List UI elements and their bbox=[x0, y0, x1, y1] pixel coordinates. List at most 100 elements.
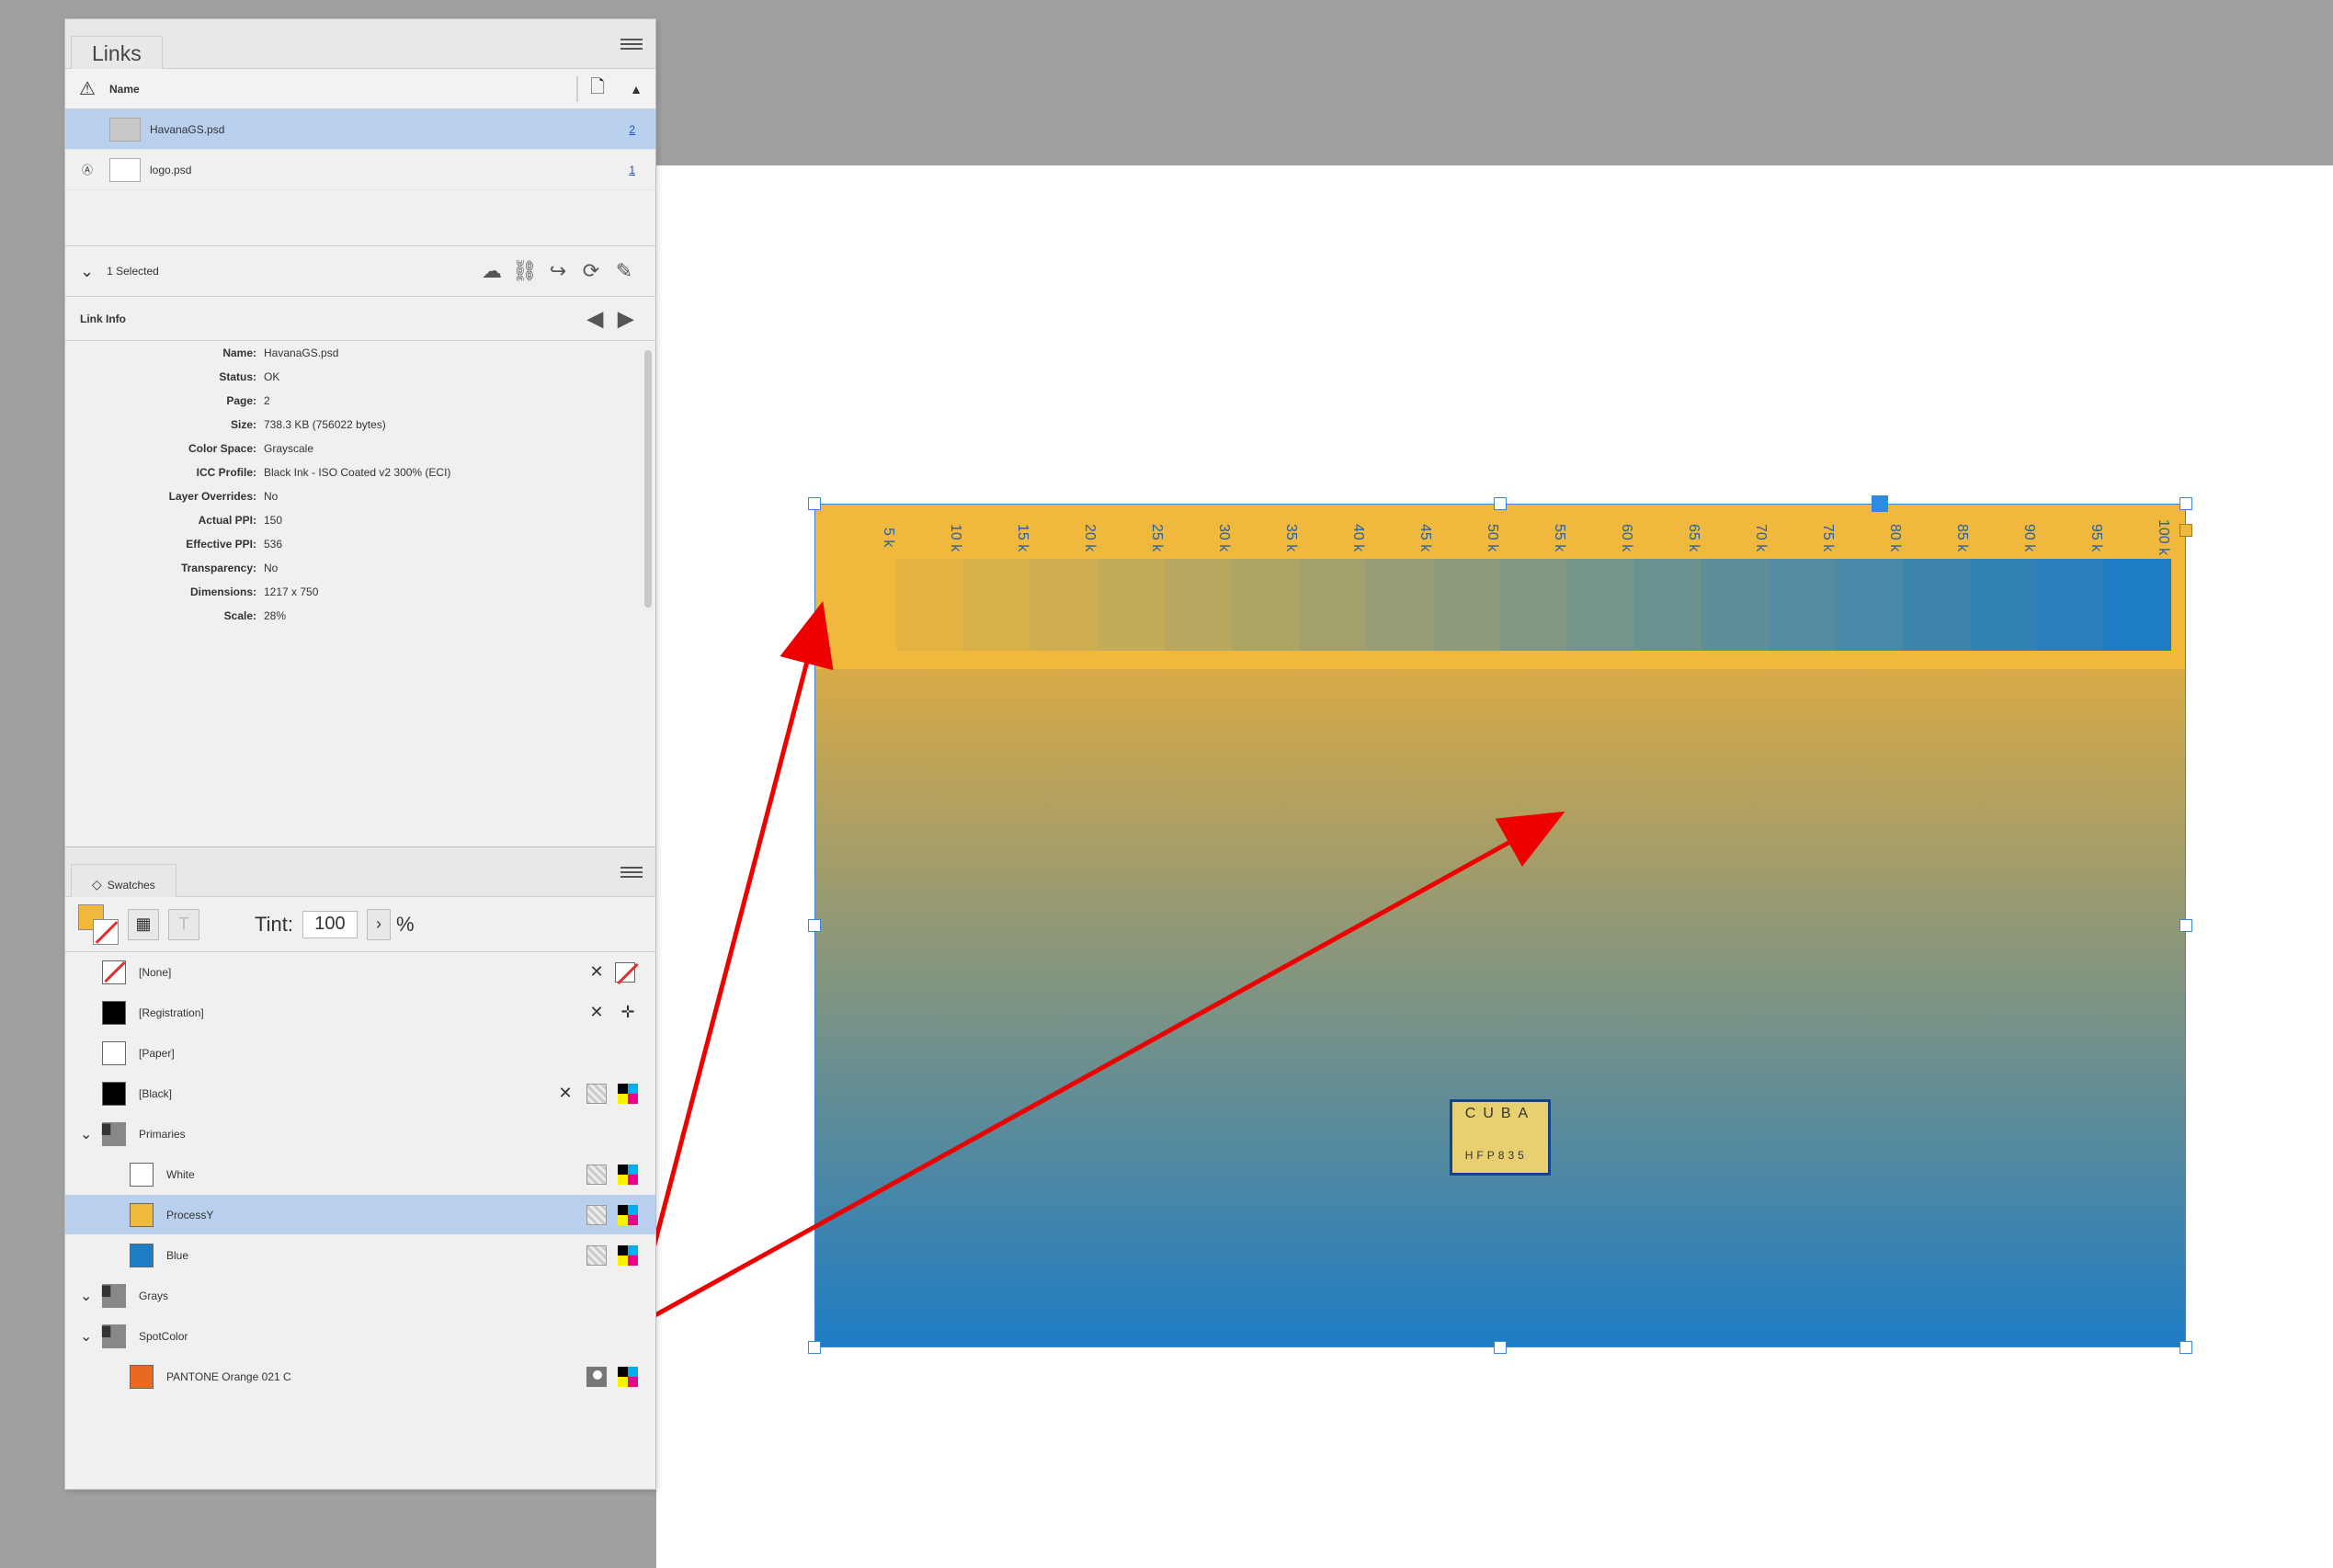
link-thumbnail bbox=[109, 158, 141, 182]
info-label: Scale: bbox=[80, 609, 264, 622]
scrollbar[interactable] bbox=[644, 350, 652, 608]
pencil-x-icon: ✕ bbox=[552, 1084, 578, 1104]
cmyk-icon bbox=[615, 1245, 641, 1266]
swatch-color bbox=[102, 960, 126, 984]
tab-links[interactable]: Links bbox=[71, 36, 163, 69]
resize-handle[interactable] bbox=[2179, 497, 2192, 510]
hatch-icon bbox=[584, 1205, 609, 1225]
info-value: No bbox=[264, 562, 641, 574]
edit-original-icon[interactable]: ✎ bbox=[608, 259, 641, 283]
info-label: Color Space: bbox=[80, 442, 264, 455]
info-value: 1217 x 750 bbox=[264, 585, 641, 598]
container-formatting-button[interactable]: ▦ bbox=[128, 909, 159, 940]
link-count[interactable]: 1 bbox=[600, 164, 655, 176]
links-header[interactable]: ⚠ Name 🗋 ▲ bbox=[65, 69, 655, 109]
panels-column: × ‹‹ Links ⚠ Name 🗋 ▲ HavanaGS.psd2Ⓐlogo… bbox=[64, 18, 656, 1490]
resize-handle[interactable] bbox=[2179, 1341, 2192, 1354]
swatch-row[interactable]: PANTONE Orange 021 C bbox=[65, 1357, 655, 1397]
info-value: No bbox=[264, 490, 641, 503]
link-row[interactable]: Ⓐlogo.psd1 bbox=[65, 150, 655, 190]
info-row: Scale:28% bbox=[65, 604, 655, 628]
content-indicator[interactable] bbox=[2179, 524, 2192, 537]
chevron-down-icon[interactable]: ⌄ bbox=[80, 1327, 102, 1346]
link-info-body: Name:HavanaGS.psdStatus:OKPage:2Size:738… bbox=[65, 341, 655, 846]
info-value: 28% bbox=[264, 609, 641, 622]
swatch-group[interactable]: ⌄▇Primaries bbox=[65, 1114, 655, 1154]
swatch-row[interactable]: [Registration]✕✛ bbox=[65, 993, 655, 1033]
info-row: Name:HavanaGS.psd bbox=[65, 341, 655, 365]
tint-label: Tint: bbox=[255, 913, 293, 937]
tab-swatches[interactable]: ◇Swatches bbox=[71, 864, 176, 897]
swatch-color bbox=[102, 1001, 126, 1025]
swatch-row[interactable]: Blue bbox=[65, 1235, 655, 1276]
link-filename: logo.psd bbox=[150, 164, 600, 176]
sort-icon[interactable]: ▲ bbox=[617, 82, 655, 97]
link-filename: HavanaGS.psd bbox=[150, 123, 600, 136]
swatch-group[interactable]: ⌄▇SpotColor bbox=[65, 1316, 655, 1357]
info-label: Status: bbox=[80, 370, 264, 383]
swatch-row[interactable]: [Black] ✕ bbox=[65, 1074, 655, 1114]
info-row: Page:2 bbox=[65, 389, 655, 413]
panel-menu-icon[interactable] bbox=[620, 36, 643, 51]
resize-handle[interactable] bbox=[808, 1341, 821, 1354]
stroke-proxy[interactable] bbox=[93, 919, 119, 945]
swatch-row[interactable]: [None]✕ bbox=[65, 952, 655, 993]
chevron-down-icon[interactable]: ⌄ bbox=[80, 1125, 102, 1143]
info-label: ICC Profile: bbox=[80, 466, 264, 479]
tint-input[interactable] bbox=[302, 911, 358, 938]
cmyk-icon bbox=[615, 1084, 641, 1104]
panel-menu-icon[interactable] bbox=[620, 864, 643, 879]
page-icon[interactable]: 🗋 bbox=[578, 74, 617, 105]
relink-cc-icon[interactable]: ☁ bbox=[475, 259, 508, 283]
resize-handle[interactable] bbox=[808, 919, 821, 932]
swatch-row[interactable]: ProcessY bbox=[65, 1195, 655, 1235]
info-value: HavanaGS.psd bbox=[264, 347, 641, 359]
info-row: ICC Profile:Black Ink - ISO Coated v2 30… bbox=[65, 460, 655, 484]
reference-point[interactable] bbox=[1872, 495, 1888, 512]
link-thumbnail bbox=[109, 118, 141, 142]
chevron-down-icon[interactable]: ⌄ bbox=[80, 262, 94, 281]
update-link-icon[interactable]: ⟳ bbox=[575, 259, 608, 283]
next-link-icon[interactable]: ▶ bbox=[610, 307, 641, 331]
resize-handle[interactable] bbox=[808, 497, 821, 510]
info-row: Color Space:Grayscale bbox=[65, 437, 655, 460]
column-name: Name bbox=[109, 83, 576, 96]
info-label: Effective PPI: bbox=[80, 538, 264, 551]
info-value: 738.3 KB (756022 bytes) bbox=[264, 418, 641, 431]
link-info-header: Link Info ◀ ▶ bbox=[65, 297, 655, 341]
swatch-color bbox=[102, 1082, 126, 1106]
prev-link-icon[interactable]: ◀ bbox=[580, 307, 610, 331]
hatch-icon bbox=[584, 1165, 609, 1185]
folder-icon: ▇ bbox=[102, 1122, 126, 1146]
resize-handle[interactable] bbox=[1494, 1341, 1507, 1354]
chevron-down-icon[interactable]: ⌄ bbox=[80, 1287, 102, 1305]
text-formatting-button[interactable]: T bbox=[168, 909, 199, 940]
hatch-icon bbox=[584, 1084, 609, 1104]
info-label: Actual PPI: bbox=[80, 514, 264, 527]
swatch-color bbox=[130, 1244, 154, 1267]
link-row[interactable]: HavanaGS.psd2 bbox=[65, 109, 655, 150]
swatch-name: Blue bbox=[166, 1249, 578, 1262]
info-label: Size: bbox=[80, 418, 264, 431]
info-value: Black Ink - ISO Coated v2 300% (ECI) bbox=[264, 466, 641, 479]
swatch-name: [Black] bbox=[139, 1087, 547, 1100]
tint-stepper-icon[interactable]: › bbox=[367, 909, 391, 940]
swatch-group[interactable]: ⌄▇Grays bbox=[65, 1276, 655, 1316]
resize-handle[interactable] bbox=[1494, 497, 1507, 510]
swatch-row[interactable]: [Paper] bbox=[65, 1033, 655, 1074]
swatch-name: SpotColor bbox=[139, 1330, 641, 1343]
fill-stroke-proxy[interactable] bbox=[78, 904, 119, 945]
swatch-color bbox=[102, 1041, 126, 1065]
resize-handle[interactable] bbox=[2179, 919, 2192, 932]
placed-image-frame[interactable]: 5 k10 k15 k20 k25 k30 k35 k40 k45 k50 k5… bbox=[814, 504, 2186, 1347]
info-row: Dimensions:1217 x 750 bbox=[65, 580, 655, 604]
relink-icon[interactable]: ⛓ bbox=[508, 259, 541, 283]
goto-link-icon[interactable]: ↪ bbox=[541, 259, 575, 283]
info-value: Grayscale bbox=[264, 442, 641, 455]
swatch-name: ProcessY bbox=[166, 1209, 578, 1221]
cmyk-icon bbox=[615, 1205, 641, 1225]
swatch-row[interactable]: White bbox=[65, 1154, 655, 1195]
swatches-title: Swatches bbox=[108, 879, 155, 892]
pencil-x-icon: ✕ bbox=[584, 1003, 609, 1023]
link-count[interactable]: 2 bbox=[600, 123, 655, 136]
